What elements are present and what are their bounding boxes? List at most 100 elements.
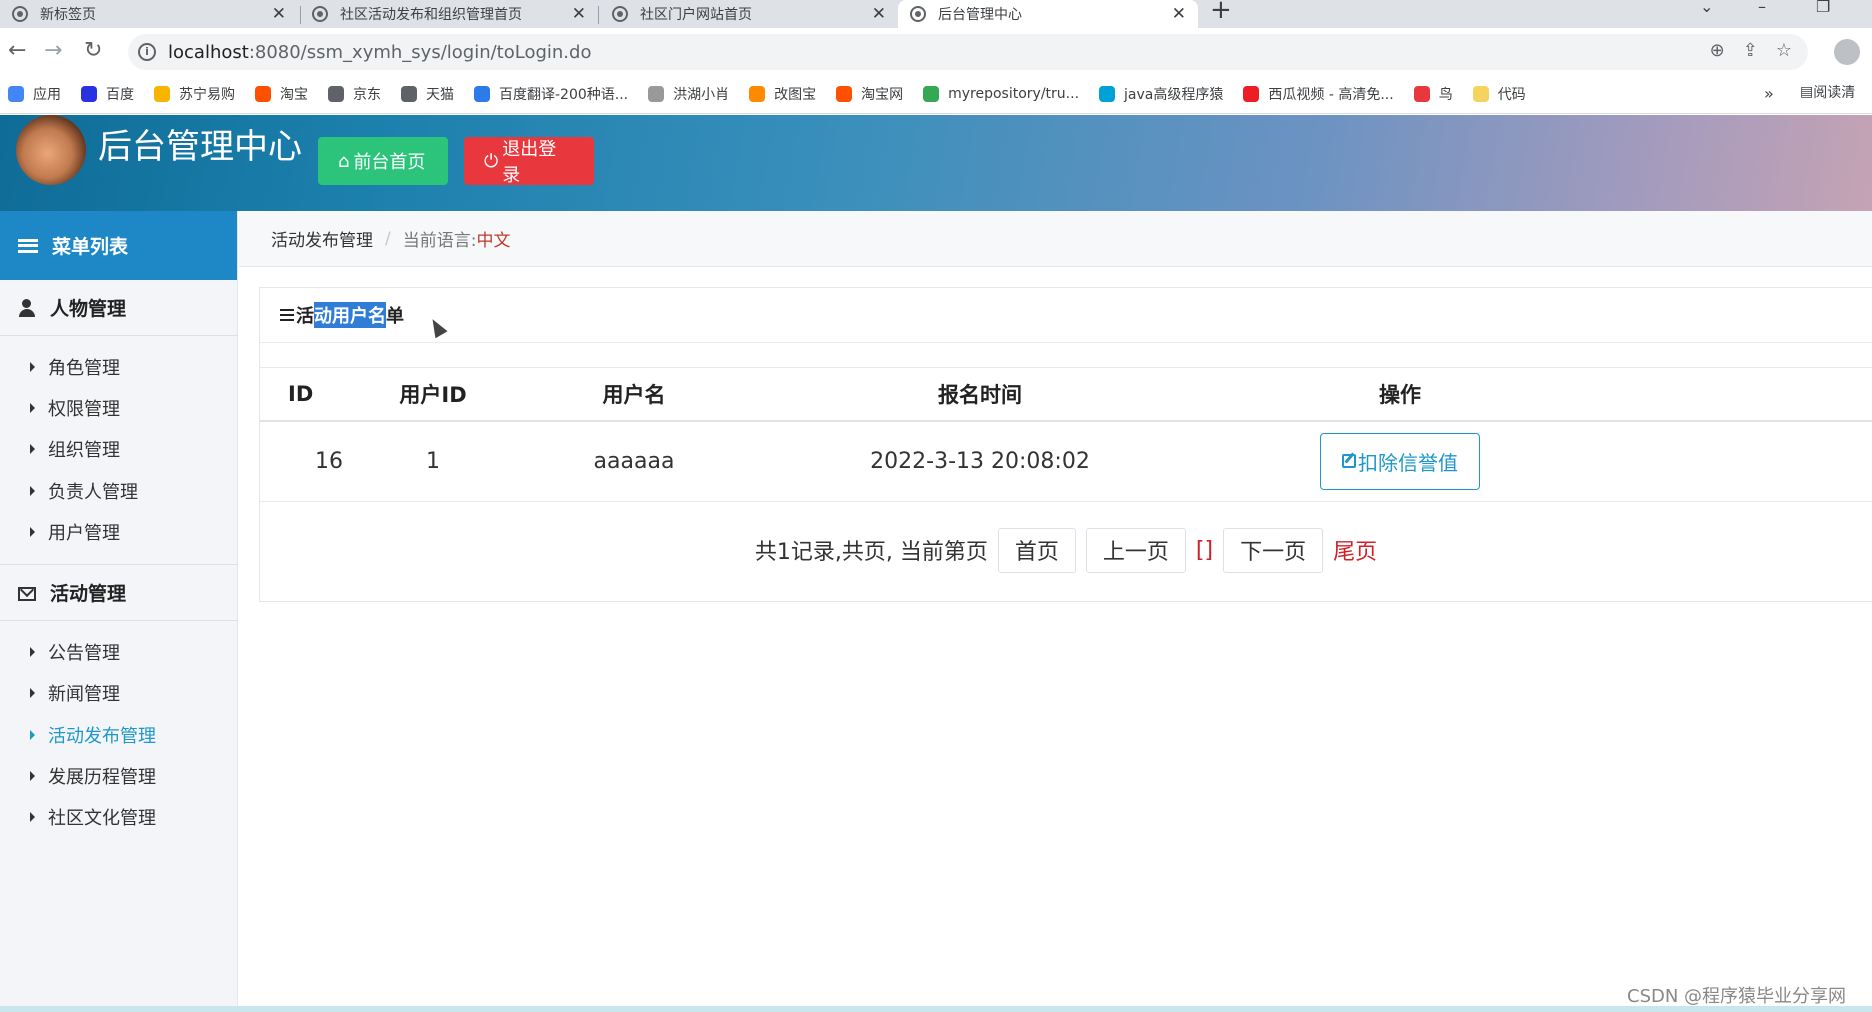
menu-title-label: 菜单列表 xyxy=(52,236,129,258)
tab-search-icon[interactable]: ⌄ xyxy=(1700,0,1713,15)
pagination: 共1记录,共页, 当前第页 首页 上一页 [] 下一页 尾页 xyxy=(260,502,1872,598)
col-id: ID xyxy=(260,367,343,422)
bookmark-item[interactable]: java高级程序猿 xyxy=(1099,84,1223,104)
sidebar-item-label: 用户管理 xyxy=(48,522,120,544)
sidebar-item[interactable]: 组织管理 xyxy=(0,429,237,470)
sidebar-item[interactable]: 角色管理 xyxy=(0,346,237,387)
bookmark-item[interactable]: 改图宝 xyxy=(749,84,816,104)
reading-list-label: 阅读清 xyxy=(1813,85,1856,101)
bookmark-item[interactable]: 百度 xyxy=(81,84,134,104)
profile-avatar-icon[interactable] xyxy=(1834,39,1860,65)
bookmark-item[interactable]: 淘宝 xyxy=(255,84,308,104)
info-icon[interactable]: i xyxy=(138,43,156,61)
frontend-home-button[interactable]: ⌂ 前台首页 xyxy=(318,137,448,185)
forward-icon[interactable]: → xyxy=(44,36,62,66)
close-icon[interactable]: ✕ xyxy=(272,4,286,24)
sidebar-item[interactable]: 负责人管理 xyxy=(0,470,237,511)
sidebar-item[interactable]: 新闻管理 xyxy=(0,673,237,714)
tab-community-activity[interactable]: 社区活动发布和组织管理首页 ✕ xyxy=(300,0,598,28)
bookmark-item[interactable]: myrepository/tru... xyxy=(923,85,1079,102)
globe-icon xyxy=(612,6,628,22)
bookmark-item[interactable]: 应用 xyxy=(8,84,61,104)
sidebar-item-label: 活动发布管理 xyxy=(48,725,156,747)
sidebar-item[interactable]: 用户管理 xyxy=(0,511,237,552)
pagination-info: 共1记录,共页, 当前第页 xyxy=(754,540,988,565)
sidebar-item[interactable]: 发展历程管理 xyxy=(0,755,237,796)
back-icon[interactable]: ← xyxy=(8,36,26,66)
logo-avatar xyxy=(16,115,86,185)
bookmark-label: 百度翻译-200种语... xyxy=(499,86,629,103)
sidebar-group-people[interactable]: 人物管理 xyxy=(0,280,237,336)
sidebar-item[interactable]: 权限管理 xyxy=(0,387,237,428)
bookmark-label: 洪湖小肖 xyxy=(673,86,730,103)
sidebar-item-label: 新闻管理 xyxy=(48,684,120,706)
mouse-cursor-icon xyxy=(426,315,448,339)
bookmark-item[interactable]: 代码 xyxy=(1472,84,1526,104)
zoom-icon[interactable]: ⊕ xyxy=(1710,40,1725,61)
tab-community-portal[interactable]: 社区门户网站首页 ✕ xyxy=(600,0,898,28)
panel-title-prefix: 活 xyxy=(296,306,314,327)
new-tab-icon[interactable]: + xyxy=(1210,0,1232,23)
col-username: 用户名 xyxy=(523,367,745,422)
minimize-icon[interactable]: – xyxy=(1758,0,1766,15)
last-page-link[interactable]: 尾页 xyxy=(1333,534,1377,566)
tab-new-tab[interactable]: 新标签页 ✕ xyxy=(0,0,298,28)
sidebar-item-label: 公告管理 xyxy=(48,643,120,665)
cell-user-id: 1 xyxy=(343,420,523,502)
sidebar-item[interactable]: 社区文化管理 xyxy=(0,797,237,838)
next-page-button[interactable]: 下一页 xyxy=(1223,527,1324,573)
language-value: 中文 xyxy=(476,231,511,251)
caret-right-icon xyxy=(30,361,35,372)
bookmark-item[interactable]: 洪湖小肖 xyxy=(648,84,729,104)
more-bookmarks-icon[interactable]: » xyxy=(1764,84,1774,103)
bookmark-label: 鸟 xyxy=(1438,86,1453,103)
first-page-button[interactable]: 首页 xyxy=(997,527,1076,573)
url-text: localhost:8080/ssm_xymh_sys/login/toLogi… xyxy=(168,42,591,63)
maximize-icon[interactable]: ❐ xyxy=(1816,0,1830,15)
bookmark-favicon-icon xyxy=(923,85,940,102)
url-input[interactable]: i localhost:8080/ssm_xymh_sys/login/toLo… xyxy=(128,34,1808,70)
reload-icon[interactable]: ↻ xyxy=(84,36,102,66)
globe-icon xyxy=(312,6,328,22)
cell-id: 16 xyxy=(260,420,343,502)
bookmark-label: java高级程序猿 xyxy=(1124,86,1224,103)
prev-page-button[interactable]: 上一页 xyxy=(1085,527,1186,573)
power-icon: ⏻ xyxy=(484,150,499,172)
caret-right-icon xyxy=(30,485,35,496)
sidebar: 菜单列表 人物管理 角色管理 权限管理 组织管理 负责人管理用户管理 活动管理 公告管… xyxy=(0,211,238,1012)
bookmark-label: 代码 xyxy=(1497,86,1526,103)
bookmark-favicon-icon xyxy=(749,85,766,102)
omnibox-actions: ⊕ ⇪ ☆ xyxy=(1710,40,1792,61)
bookmark-item[interactable]: 天猫 xyxy=(401,84,454,104)
language-label: 当前语言: xyxy=(402,231,477,251)
sidebar-item[interactable]: 活动发布管理 xyxy=(0,714,237,755)
bookmark-label: 京东 xyxy=(353,86,381,103)
bookmark-favicon-icon xyxy=(1099,85,1116,102)
bookmark-label: 天猫 xyxy=(426,86,454,103)
close-icon[interactable]: ✕ xyxy=(572,4,586,24)
breadcrumb-section[interactable]: 活动发布管理 xyxy=(271,226,373,251)
home-icon: ⌂ xyxy=(338,150,350,172)
deduct-credit-label: 扣除信誉值 xyxy=(1358,450,1458,475)
globe-icon xyxy=(12,6,28,22)
bookmark-label: 苏宁易购 xyxy=(179,86,235,103)
share-icon[interactable]: ⇪ xyxy=(1743,40,1758,61)
sidebar-item[interactable]: 公告管理 xyxy=(0,631,237,672)
bookmark-item[interactable]: 苏宁易购 xyxy=(154,84,235,104)
bookmark-item[interactable]: 淘宝网 xyxy=(836,84,903,104)
watermark: CSDN @程序猿毕业分享网 xyxy=(1627,986,1847,1007)
bookmark-item[interactable]: 京东 xyxy=(328,84,381,104)
logout-button[interactable]: ⏻ 退出登录 xyxy=(464,137,594,186)
close-icon[interactable]: ✕ xyxy=(1172,4,1186,24)
bookmark-item[interactable]: 鸟 xyxy=(1413,84,1453,104)
star-icon[interactable]: ☆ xyxy=(1776,40,1792,61)
cell-username: aaaaaa xyxy=(523,420,745,502)
tab-admin-center[interactable]: 后台管理中心 ✕ xyxy=(898,0,1198,28)
menu-title: 菜单列表 xyxy=(0,211,237,280)
deduct-credit-button[interactable]: 扣除信誉值 xyxy=(1320,432,1480,490)
sidebar-group-activity[interactable]: 活动管理 xyxy=(0,565,237,622)
bookmark-item[interactable]: 西瓜视频 - 高清免... xyxy=(1243,84,1394,104)
close-icon[interactable]: ✕ xyxy=(872,4,886,24)
bookmark-item[interactable]: 百度翻译-200种语... xyxy=(474,84,628,104)
reading-list[interactable]: ▤ 阅读清 xyxy=(1800,82,1855,102)
